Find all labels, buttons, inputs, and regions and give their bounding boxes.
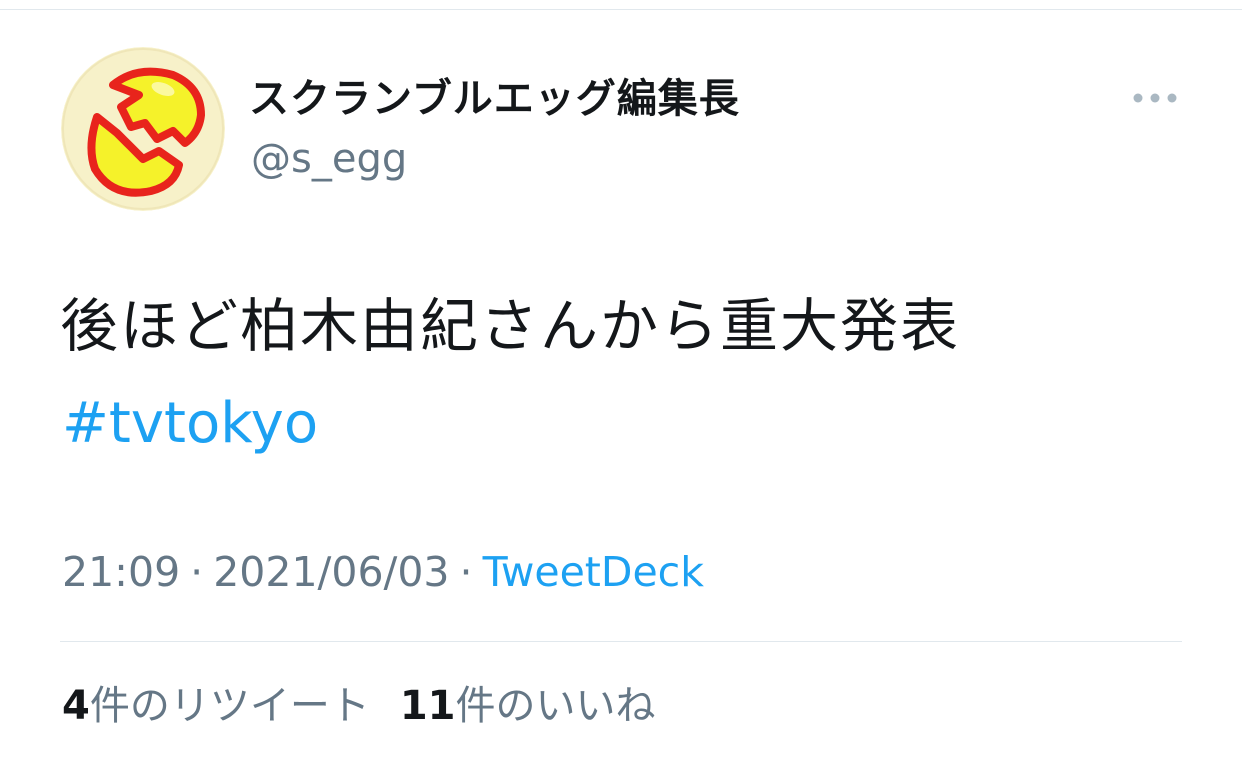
meta-separator: ·: [190, 548, 204, 596]
tweet-meta: 21:09 · 2021/06/03 · TweetDeck: [62, 546, 704, 598]
avatar[interactable]: [61, 47, 225, 211]
likes-stat[interactable]: 11件のいいね: [400, 683, 656, 729]
tweet-stats: 4件のリツイート 11件のいいね: [62, 680, 656, 732]
meta-separator: ·: [459, 548, 473, 596]
tweet-source-link[interactable]: TweetDeck: [483, 548, 704, 596]
tweet-text: 後ほど柏木由紀さんから重大発表: [60, 292, 961, 360]
retweet-label: 件のリツイート: [89, 683, 370, 729]
hashtag-link[interactable]: #tvtokyo: [62, 390, 318, 458]
retweets-stat[interactable]: 4件のリツイート: [62, 683, 370, 729]
retweet-count: 4: [62, 683, 90, 729]
like-label: 件のいいね: [455, 683, 656, 729]
more-options-icon[interactable]: [1130, 88, 1180, 108]
stats-divider: [60, 641, 1182, 642]
like-count: 11: [399, 683, 456, 729]
tweet-date[interactable]: 2021/06/03: [213, 548, 449, 596]
cracked-egg-logo-icon: [61, 47, 225, 211]
tweet-time[interactable]: 21:09: [62, 548, 180, 596]
display-name[interactable]: スクランブルエッグ編集長: [249, 74, 740, 124]
ellipsis-icon: [1133, 93, 1177, 103]
top-divider: [0, 9, 1242, 10]
user-handle[interactable]: @s_egg: [251, 134, 407, 184]
